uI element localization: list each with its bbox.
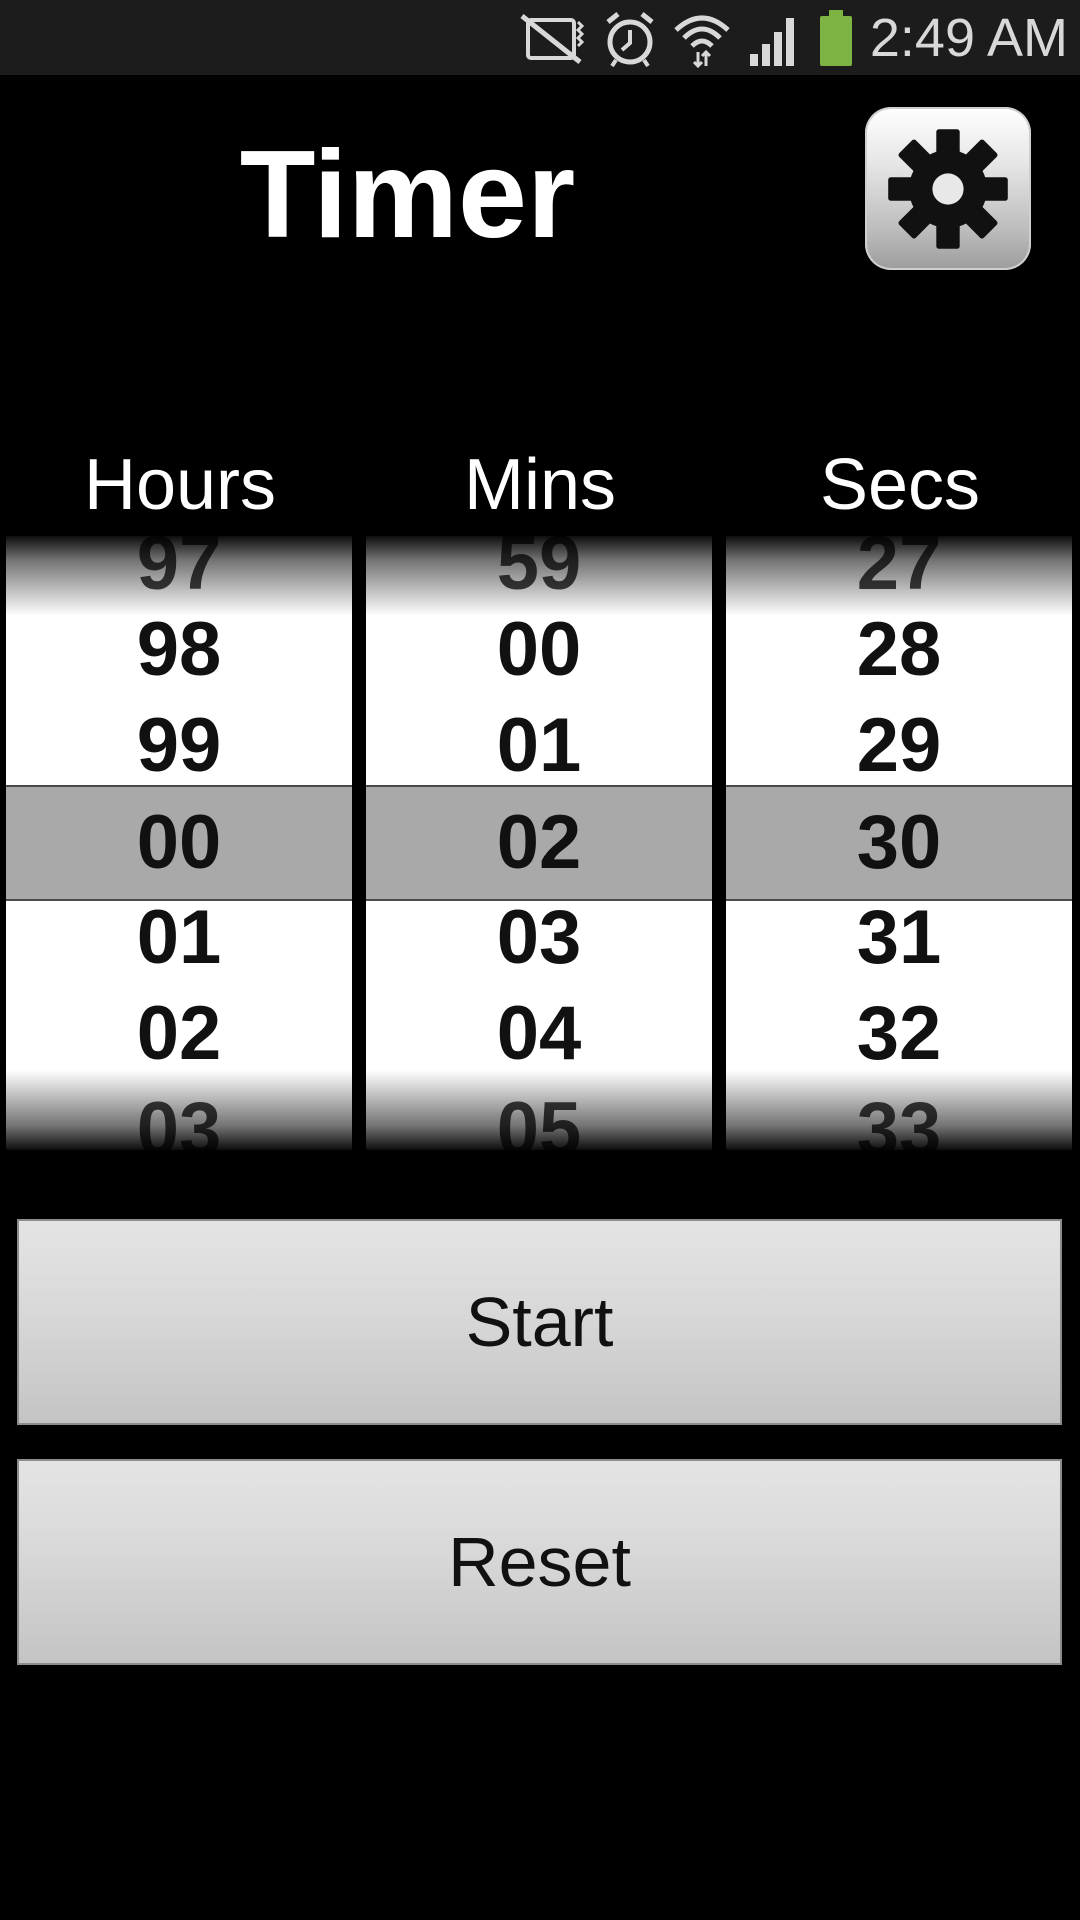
picker-item[interactable]: 05 [366, 1082, 712, 1150]
picker-item[interactable]: 29 [726, 698, 1072, 794]
hours-label: Hours [83, 445, 277, 525]
page-title: Timer [239, 126, 576, 264]
no-sim-icon [520, 13, 584, 64]
picker-item-selected[interactable]: 02 [366, 795, 712, 891]
status-bar: 2:49 AM [0, 0, 1080, 75]
battery-icon [819, 9, 852, 66]
mins-picker[interactable]: 59 00 01 02 03 04 05 [366, 536, 712, 1150]
picker-item[interactable]: 33 [726, 1082, 1072, 1150]
picker-item[interactable]: 27 [726, 536, 1072, 612]
wifi-icon [674, 15, 730, 68]
alarm-icon [606, 11, 654, 67]
mins-label: Mins [463, 445, 616, 525]
gear-icon [888, 128, 1008, 249]
picker-item[interactable]: 98 [6, 602, 352, 698]
secs-label: Secs [819, 445, 981, 525]
picker-item[interactable]: 99 [6, 698, 352, 794]
status-icons: 2:49 AM [518, 0, 1080, 75]
picker-item[interactable]: 28 [726, 602, 1072, 698]
picker-item[interactable]: 00 [366, 602, 712, 698]
picker-item[interactable]: 31 [726, 890, 1072, 986]
hours-picker[interactable]: 97 98 99 00 01 02 03 [6, 536, 352, 1150]
picker-item[interactable]: 32 [726, 986, 1072, 1082]
picker-item[interactable]: 97 [6, 536, 352, 612]
picker-item[interactable]: 02 [6, 986, 352, 1082]
picker-item[interactable]: 59 [366, 536, 712, 612]
settings-button[interactable] [865, 107, 1031, 270]
status-time: 2:49 AM [869, 7, 1068, 68]
start-button[interactable]: Start [17, 1219, 1062, 1425]
picker-item[interactable]: 03 [6, 1082, 352, 1150]
secs-picker[interactable]: 27 28 29 30 31 32 33 [726, 536, 1072, 1150]
reset-button[interactable]: Reset [17, 1459, 1062, 1665]
picker-item[interactable]: 01 [366, 698, 712, 794]
picker-item-selected[interactable]: 30 [726, 795, 1072, 891]
picker-item[interactable]: 04 [366, 986, 712, 1082]
picker-item[interactable]: 03 [366, 890, 712, 986]
picker-item-selected[interactable]: 00 [6, 795, 352, 891]
signal-icon [749, 17, 794, 66]
picker-item[interactable]: 01 [6, 890, 352, 986]
